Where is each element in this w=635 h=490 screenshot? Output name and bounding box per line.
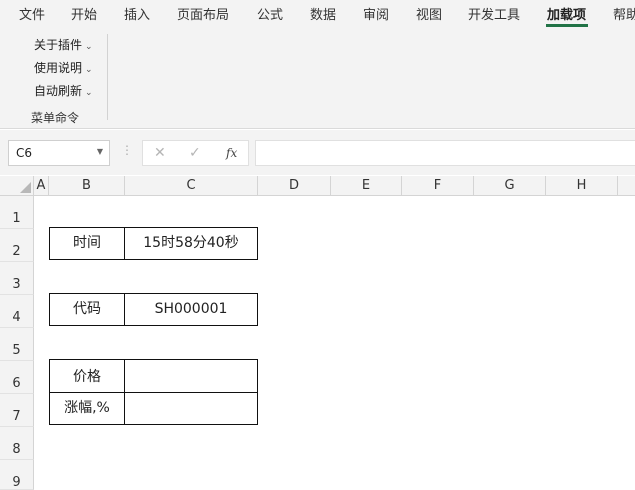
tab-developer[interactable]: 开发工具 <box>468 4 520 23</box>
code-label: 代码 <box>73 301 101 317</box>
cell-price-label[interactable]: 价格 <box>49 359 125 393</box>
tab-view[interactable]: 视图 <box>416 4 442 23</box>
cell-code-value[interactable]: SH000001 <box>124 293 258 326</box>
column-header-h[interactable]: H <box>546 176 618 196</box>
change-label: 涨幅,% <box>64 400 110 416</box>
usage-guide-label: 使用说明 <box>34 61 83 75</box>
formula-input[interactable] <box>255 140 635 166</box>
row-header-7[interactable]: 7 <box>0 394 34 427</box>
ribbon-tab-bar: 文件 开始 插入 页面布局 公式 数据 审阅 视图 开发工具 加载项 帮助 <box>0 0 635 30</box>
select-all-triangle-icon <box>20 182 31 193</box>
row-header-1[interactable]: 1 <box>0 196 34 229</box>
column-header-f[interactable]: F <box>402 176 474 196</box>
column-header-c[interactable]: C <box>125 176 258 196</box>
cancel-icon[interactable]: ✕ <box>154 145 166 161</box>
formula-buttons: ✕ ✓ fx <box>142 140 249 166</box>
tab-home[interactable]: 开始 <box>71 4 97 23</box>
time-value: 15时58分40秒 <box>143 235 239 251</box>
confirm-icon[interactable]: ✓ <box>189 145 201 161</box>
tab-data[interactable]: 数据 <box>310 4 336 23</box>
row-header-3[interactable]: 3 <box>0 262 34 295</box>
auto-refresh-menu[interactable]: 自动刷新 ⌄ <box>34 82 93 99</box>
chevron-down-icon: ⌄ <box>85 65 93 75</box>
tab-page-layout[interactable]: 页面布局 <box>177 4 229 23</box>
name-box-value: C6 <box>16 146 33 160</box>
about-plugin-menu[interactable]: 关于插件 ⌄ <box>34 36 93 53</box>
name-box[interactable]: C6 ▼ <box>8 140 110 166</box>
column-header-e[interactable]: E <box>331 176 402 196</box>
tab-file[interactable]: 文件 <box>19 4 45 23</box>
tab-review[interactable]: 审阅 <box>363 4 389 23</box>
tab-addins[interactable]: 加载项 <box>547 4 586 23</box>
ribbon-panel: 关于插件 ⌄ 使用说明 ⌄ 自动刷新 ⌄ 菜单命令 <box>0 30 635 129</box>
insert-function-icon[interactable]: fx <box>226 146 237 160</box>
active-tab-indicator <box>546 24 588 27</box>
ribbon-group-label: 菜单命令 <box>31 111 80 125</box>
grip-dots-icon: ⋮ <box>121 143 133 157</box>
row-header-5[interactable]: 5 <box>0 328 34 361</box>
column-header-b[interactable]: B <box>49 176 125 196</box>
price-label: 价格 <box>73 369 101 385</box>
column-header-a[interactable]: A <box>34 176 49 196</box>
tab-formulas[interactable]: 公式 <box>257 4 283 23</box>
cell-time-label[interactable]: 时间 <box>49 227 125 260</box>
row-header-2[interactable]: 2 <box>0 229 34 262</box>
chevron-down-icon: ⌄ <box>85 42 93 52</box>
cell-code-label[interactable]: 代码 <box>49 293 125 326</box>
column-header-overflow <box>618 176 635 196</box>
select-all-corner[interactable] <box>0 176 34 196</box>
row-header-9[interactable]: 9 <box>0 460 34 490</box>
row-header-4[interactable]: 4 <box>0 295 34 328</box>
tab-insert[interactable]: 插入 <box>124 4 150 23</box>
cell-price-value[interactable] <box>124 359 258 393</box>
formula-bar: C6 ▼ ⋮ ✕ ✓ fx <box>0 130 635 175</box>
chevron-down-icon: ⌄ <box>85 88 93 98</box>
cell-time-value[interactable]: 15时58分40秒 <box>124 227 258 260</box>
about-plugin-label: 关于插件 <box>34 38 83 52</box>
auto-refresh-label: 自动刷新 <box>34 84 83 98</box>
row-header-8[interactable]: 8 <box>0 427 34 460</box>
time-label: 时间 <box>73 235 101 251</box>
column-header-d[interactable]: D <box>258 176 331 196</box>
row-header-6[interactable]: 6 <box>0 361 34 394</box>
cell-change-value[interactable] <box>124 392 258 425</box>
cell-change-label[interactable]: 涨幅,% <box>49 392 125 425</box>
usage-guide-menu[interactable]: 使用说明 ⌄ <box>34 59 93 76</box>
column-header-g[interactable]: G <box>474 176 546 196</box>
tab-help[interactable]: 帮助 <box>613 4 635 23</box>
code-value: SH000001 <box>154 301 228 317</box>
ribbon-group-divider <box>107 34 108 120</box>
caret-down-icon[interactable]: ▼ <box>97 147 103 156</box>
